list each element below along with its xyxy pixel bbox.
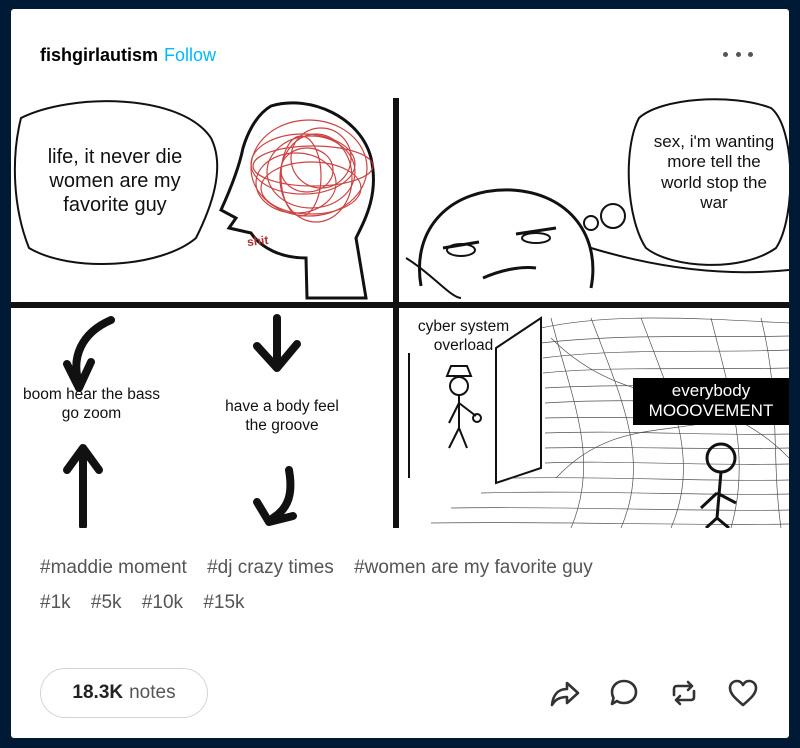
tag-link[interactable]: #1k — [40, 585, 71, 620]
comic-panel4-caption: everybody MOOOVEMENT — [633, 378, 789, 425]
tag-link[interactable]: #maddie moment — [40, 550, 187, 585]
comic-panel3-left-text: boom hear the bass go zoom — [22, 386, 160, 422]
comic-panel4-label: cyber system overload — [417, 318, 510, 354]
like-icon[interactable] — [725, 675, 761, 711]
post-card: fishgirlautism Follow life, it never die… — [11, 9, 789, 738]
post-image: life, it never die women are my favorite… — [11, 98, 789, 528]
notes-button[interactable]: 18.3K notes — [40, 668, 208, 718]
reply-icon[interactable] — [606, 675, 642, 711]
comic-panel1-text: life, it never die women are my favorite… — [47, 146, 183, 216]
share-icon[interactable] — [547, 675, 583, 711]
comic-panel3-right-text: have a body feel the groove — [225, 398, 339, 434]
more-options-icon[interactable] — [723, 45, 753, 63]
tag-link[interactable]: #5k — [91, 585, 122, 620]
tag-link[interactable]: #15k — [203, 585, 244, 620]
tag-link[interactable]: #10k — [142, 585, 183, 620]
follow-button[interactable]: Follow — [164, 45, 216, 66]
notes-label: notes — [129, 682, 176, 703]
comic-panel2-thought: sex, i'm wanting more tell the world sto… — [653, 132, 775, 213]
tag-link[interactable]: #dj crazy times — [207, 550, 334, 585]
comic-scribble-label: shit — [246, 232, 270, 250]
post-tags: #maddie moment #dj crazy times #women ar… — [40, 550, 760, 620]
blog-name-link[interactable]: fishgirlautism — [40, 45, 158, 66]
notes-count: 18.3K — [72, 682, 124, 703]
post-header: fishgirlautism Follow — [40, 42, 216, 68]
reblog-icon[interactable] — [666, 675, 702, 711]
tag-link[interactable]: #women are my favorite guy — [354, 550, 593, 585]
